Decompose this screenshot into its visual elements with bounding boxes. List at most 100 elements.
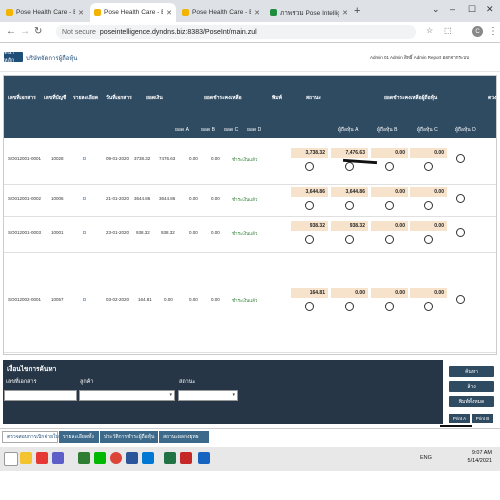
radio-pay-a[interactable] xyxy=(345,201,354,210)
close-tab-icon[interactable]: ✕ xyxy=(166,9,172,17)
word-icon[interactable] xyxy=(126,452,138,464)
tab-details[interactable]: รายละเอียดทั้ง xyxy=(59,431,99,443)
detail-link[interactable]: D xyxy=(83,156,86,161)
browser-tab-1[interactable]: Pose Health Care - ERP ✕ xyxy=(2,3,88,22)
due-amount-field[interactable]: 3,738.32 xyxy=(291,148,328,158)
print-all-button[interactable]: พิมพ์ทั้งหมด xyxy=(449,396,494,407)
pay-b-field[interactable]: 0.00 xyxy=(371,148,408,158)
table-header: เลขที่เอกสาร เลขที่บัญชี รายละเอียด วันท… xyxy=(4,76,497,138)
extensions-icon[interactable]: ⬚ xyxy=(444,26,452,35)
radio-pay-b[interactable] xyxy=(385,201,394,210)
print-b-button[interactable]: Print B xyxy=(472,414,493,423)
balance-d-cell: 0.00 xyxy=(211,196,220,201)
file-explorer-icon[interactable] xyxy=(20,452,32,464)
radio-pay-d[interactable] xyxy=(456,295,465,304)
radio-due[interactable] xyxy=(305,235,314,244)
account-no-cell: 10057 xyxy=(51,297,64,302)
app-icon[interactable] xyxy=(142,452,154,464)
pay-b-field[interactable]: 0.00 xyxy=(371,221,408,231)
due-amount-field[interactable]: 3,644.86 xyxy=(291,187,328,197)
reload-icon[interactable]: ↻ xyxy=(34,26,42,37)
radio-pay-a[interactable] xyxy=(345,162,354,171)
radio-pay-c[interactable] xyxy=(424,162,433,171)
radio-due[interactable] xyxy=(305,201,314,210)
pay-a-field[interactable]: 938.32 xyxy=(331,221,368,231)
pay-a-field[interactable]: 0.00 xyxy=(331,288,368,298)
back-arrow-icon[interactable]: ← xyxy=(6,26,16,37)
doc-no-cell: SO012001-0003 xyxy=(8,230,42,235)
pay-c-field[interactable]: 0.00 xyxy=(410,187,447,197)
line-icon[interactable] xyxy=(78,452,90,464)
due-amount-field[interactable]: 938.32 xyxy=(291,221,328,231)
excel-icon[interactable] xyxy=(164,452,176,464)
balance-d-cell: 0.00 xyxy=(211,230,220,235)
pay-c-field[interactable]: 0.00 xyxy=(410,221,447,231)
forward-arrow-icon[interactable]: → xyxy=(20,26,30,37)
home-menu-button[interactable]: หน้าหลัก xyxy=(4,50,23,64)
browser-tab-3[interactable]: Pose Health Care - ERP ✕ xyxy=(178,3,264,22)
profile-avatar[interactable]: C xyxy=(472,26,483,37)
close-tab-icon[interactable]: ✕ xyxy=(254,9,260,17)
detail-link[interactable]: D xyxy=(83,230,86,235)
radio-pay-c[interactable] xyxy=(424,201,433,210)
radio-pay-d[interactable] xyxy=(456,194,465,203)
radio-pay-b[interactable] xyxy=(385,302,394,311)
browser-tab-4[interactable]: ภาพรวม Pose Intelligence - Goo ✕ xyxy=(266,3,352,22)
detail-link[interactable]: D xyxy=(83,297,86,302)
doc-no-cell: SO012002-0001 xyxy=(8,297,42,302)
radio-pay-a[interactable] xyxy=(345,235,354,244)
pay-a-field[interactable]: 3,644.86 xyxy=(331,187,368,197)
tab-status[interactable]: สถานะผลกงยุทธ xyxy=(159,431,209,443)
tab-search-icon[interactable]: ⌄ xyxy=(432,4,440,15)
radio-pay-d[interactable] xyxy=(456,154,465,163)
close-window-icon[interactable]: ✕ xyxy=(486,4,494,15)
table-row[interactable]: SO012001-0001 10028 D 09-01-2020 3738.32… xyxy=(4,138,496,185)
new-tab-button[interactable]: + xyxy=(354,5,360,17)
line-icon[interactable] xyxy=(94,452,106,464)
radio-pay-b[interactable] xyxy=(385,235,394,244)
browser-tab-2[interactable]: Pose Health Care - ERP ✕ xyxy=(90,3,176,22)
search-button[interactable]: ค้นหา xyxy=(449,366,494,377)
app-icon[interactable] xyxy=(198,452,210,464)
customer-select[interactable]: ▾ xyxy=(79,390,175,401)
table-row[interactable]: SO012001-0002 10006 D 21-01-2020 3644.86… xyxy=(4,184,496,217)
col-doc-date: วันที่เอกสาร xyxy=(106,95,132,101)
filezilla-icon[interactable] xyxy=(180,452,192,464)
page-subtitle[interactable]: บริษัทจัดการผู้ถือหุ้น xyxy=(26,53,77,63)
radio-pay-c[interactable] xyxy=(424,302,433,311)
pay-c-field[interactable]: 0.00 xyxy=(410,288,447,298)
radio-pay-b[interactable] xyxy=(385,162,394,171)
radio-due[interactable] xyxy=(305,302,314,311)
maximize-icon[interactable]: ☐ xyxy=(468,4,476,15)
table-row[interactable]: SO012002-0001 10057 D 03-02-2020 164.81 … xyxy=(4,252,496,353)
app-icon[interactable] xyxy=(36,452,48,464)
due-amount-field[interactable]: 164.81 xyxy=(291,288,328,298)
detail-link[interactable]: D xyxy=(83,196,86,201)
pay-b-field[interactable]: 0.00 xyxy=(371,288,408,298)
clear-button[interactable]: ล้าง xyxy=(449,381,494,392)
pay-a-field[interactable]: 7,476.63 xyxy=(331,148,368,158)
chrome-icon[interactable] xyxy=(110,452,122,464)
app-icon[interactable] xyxy=(52,452,64,464)
print-a-button[interactable]: Print A xyxy=(449,414,470,423)
status-select[interactable]: ▾ xyxy=(178,390,238,401)
tab-label: Pose Health Care - ERP xyxy=(104,9,163,16)
radio-due[interactable] xyxy=(305,162,314,171)
minimize-icon[interactable]: – xyxy=(450,4,455,14)
pay-c-field[interactable]: 0.00 xyxy=(410,148,447,158)
tab-expense-check[interactable]: ตรวจสอบการเบิกจ่ายใบสำคัญ xyxy=(2,431,72,443)
star-icon[interactable]: ☆ xyxy=(426,26,433,35)
radio-pay-a[interactable] xyxy=(345,302,354,311)
table-row[interactable]: SO012001-0003 10001 D 23-01-2020 938.32 … xyxy=(4,216,496,253)
doc-no-input[interactable] xyxy=(4,390,77,401)
windows-start-icon[interactable] xyxy=(4,452,18,466)
browser-menu-icon[interactable]: ⋮ xyxy=(488,26,498,37)
close-tab-icon[interactable]: ✕ xyxy=(78,9,84,17)
tab-payment-history[interactable]: ประวัติการชำระผู้ถือหุ้น xyxy=(100,431,158,443)
radio-pay-c[interactable] xyxy=(424,235,433,244)
radio-pay-d[interactable] xyxy=(456,228,465,237)
pay-b-field[interactable]: 0.00 xyxy=(371,187,408,197)
close-tab-icon[interactable]: ✕ xyxy=(342,9,348,17)
url-field[interactable]: Not secure poseintelligence.dyndns.biz:8… xyxy=(56,25,416,39)
language-indicator[interactable]: ENG xyxy=(420,455,432,461)
